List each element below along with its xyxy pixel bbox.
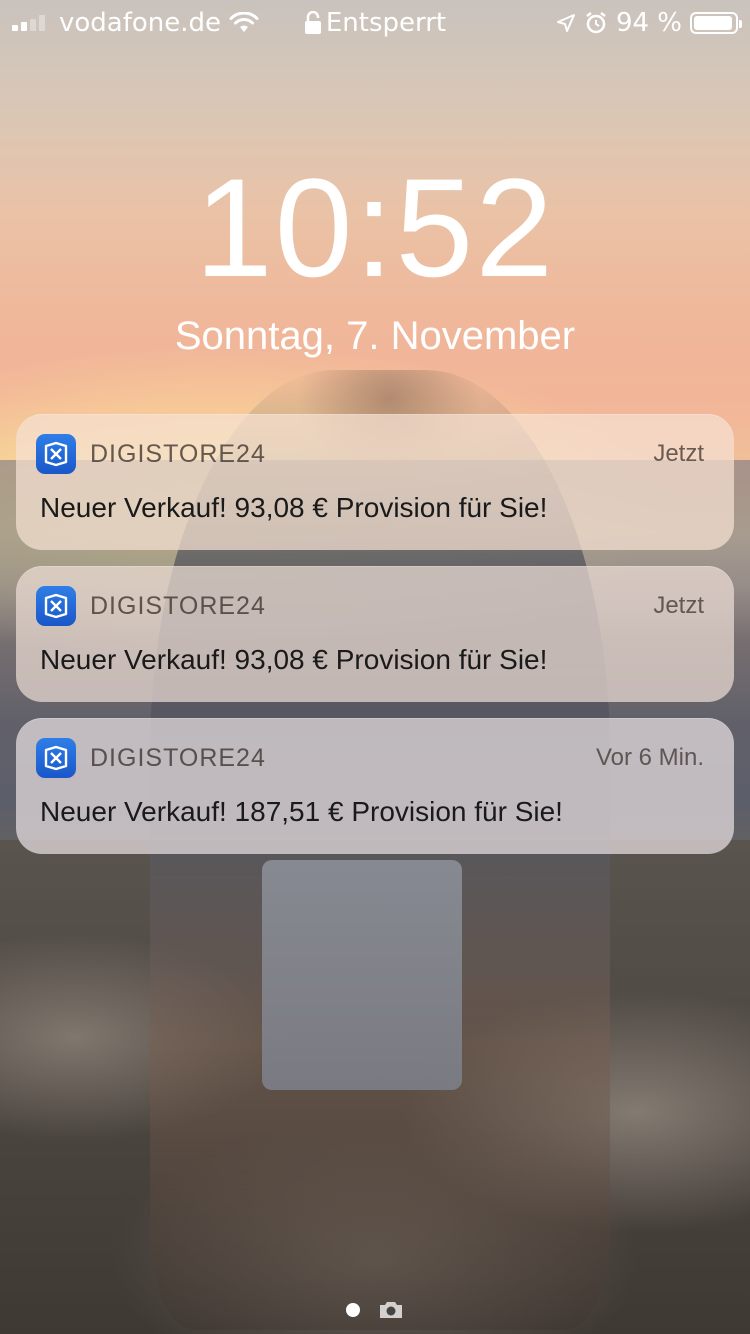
digistore24-app-icon <box>36 738 76 778</box>
notification-time: Jetzt <box>653 592 704 619</box>
notification-app-name: DIGISTORE24 <box>90 439 266 468</box>
status-right: 94 % <box>556 8 742 38</box>
notification-card[interactable]: DIGISTORE24 Jetzt Neuer Verkauf! 93,08 €… <box>16 566 734 702</box>
unlock-icon <box>304 11 321 34</box>
notification-message: Neuer Verkauf! 187,51 € Provision für Si… <box>40 796 563 827</box>
battery-percent: 94 % <box>615 8 682 38</box>
notification-header: DIGISTORE24 Vor 6 Min. <box>36 738 704 778</box>
camera-icon[interactable] <box>378 1300 404 1320</box>
alarm-icon <box>586 12 606 34</box>
wallpaper-rocks <box>0 840 750 1334</box>
page-dot-active[interactable] <box>346 1303 360 1317</box>
notification-card[interactable]: DIGISTORE24 Vor 6 Min. Neuer Verkauf! 18… <box>16 718 734 854</box>
location-icon <box>556 14 575 32</box>
battery-icon <box>690 12 742 34</box>
notification-header: DIGISTORE24 Jetzt <box>36 434 704 474</box>
notification-card[interactable]: DIGISTORE24 Jetzt Neuer Verkauf! 93,08 €… <box>16 414 734 550</box>
notification-time: Jetzt <box>653 440 704 467</box>
digistore24-app-icon <box>36 434 76 474</box>
notification-app-name: DIGISTORE24 <box>90 591 266 620</box>
digistore24-app-icon <box>36 586 76 626</box>
lock-status: Entsperrt <box>325 8 447 38</box>
lock-screen-date: Sonntag, 7. November <box>174 314 576 358</box>
battery-fill <box>694 16 732 30</box>
notification-message: Neuer Verkauf! 93,08 € Provision für Sie… <box>40 644 548 675</box>
notification-app-name: DIGISTORE24 <box>90 743 266 772</box>
page-indicator <box>0 1300 750 1320</box>
notification-header: DIGISTORE24 Jetzt <box>36 586 704 626</box>
status-bar: vodafone.de Entsperrt 94 % <box>0 0 750 48</box>
wallpaper-child <box>262 860 462 1090</box>
notification-message: Neuer Verkauf! 93,08 € Provision für Sie… <box>40 492 548 523</box>
notification-time: Vor 6 Min. <box>595 744 704 771</box>
lock-screen-time: 10:52 <box>194 149 556 306</box>
